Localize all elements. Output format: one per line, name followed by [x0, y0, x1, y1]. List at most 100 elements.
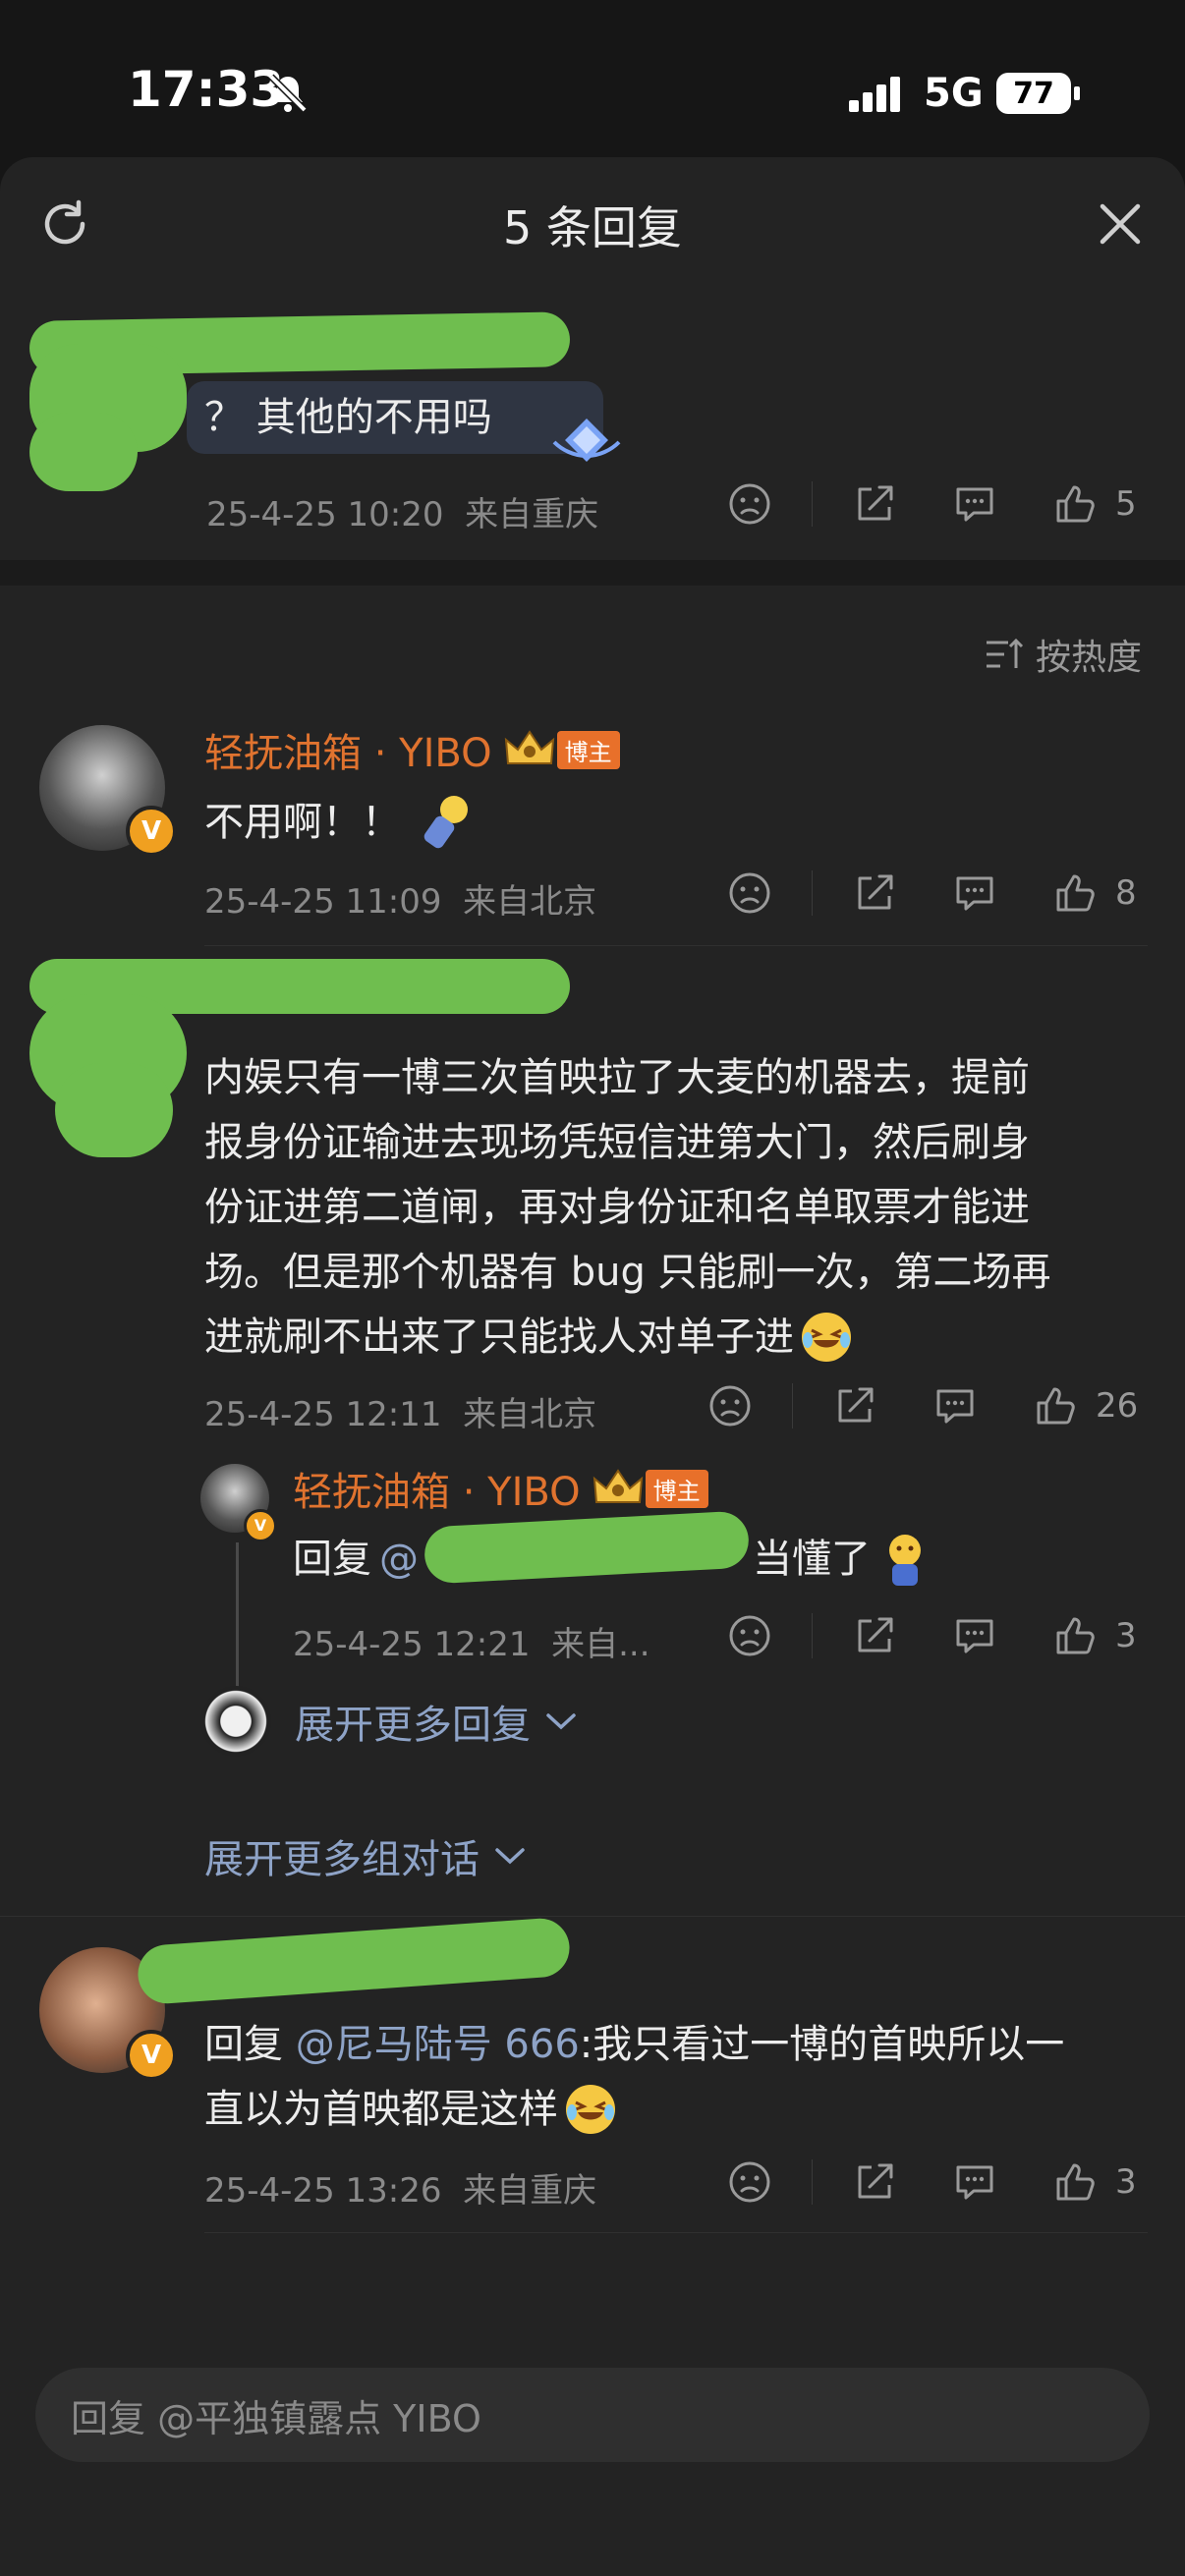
verified-icon: V	[244, 1509, 277, 1542]
comment-item: V 轻抚油箱 · YIBO 博主 不用啊！！ 25-4-25 11:09 来自北…	[0, 707, 1185, 933]
reply-meta: 25-4-25 12:21 来自...	[293, 1617, 650, 1665]
comment-location: 来自重庆	[463, 2171, 597, 2211]
reply-prefix: 回复	[204, 2022, 283, 2067]
share-icon[interactable]	[832, 1383, 877, 1428]
action-divider	[812, 1613, 813, 1658]
comment-icon[interactable]	[952, 1613, 997, 1658]
laugh-cry-emoji-icon	[566, 2085, 615, 2134]
username[interactable]: 轻抚油箱 · YIBO	[293, 1460, 581, 1517]
comment-text-line: 进就刷不出来了只能找人对单子进	[204, 1315, 794, 1360]
comment-text-line: 直以为首映都是这样	[204, 2087, 558, 2132]
main-comment-text: ？ 其他的不用吗	[204, 395, 492, 440]
action-divider	[812, 481, 813, 527]
dislike-face-icon[interactable]	[727, 870, 772, 916]
divider	[0, 1916, 1185, 1917]
expand-groups-label: 展开更多组对话	[204, 1837, 480, 1882]
dislike-face-icon[interactable]	[727, 1613, 772, 1658]
network-label: 5G	[924, 71, 984, 116]
comment-icon[interactable]	[952, 2159, 997, 2205]
comment-text: 不用啊！！	[204, 790, 476, 855]
blogger-badge: 博主	[556, 730, 620, 769]
laugh-cry-emoji-icon	[802, 1313, 851, 1362]
mention-link[interactable]: @	[379, 1527, 419, 1592]
avatar	[200, 1686, 271, 1757]
comment-meta: 25-4-25 11:09 来自北京	[204, 874, 596, 923]
comment-date: 25-4-25 10:20	[206, 495, 444, 534]
sort-button[interactable]: 按热度	[983, 629, 1142, 680]
comment-icon[interactable]	[952, 870, 997, 916]
divider	[204, 2232, 1148, 2233]
sort-icon	[987, 638, 1024, 668]
comment-text: 内娱只有一博三次首映拉了大麦的机器去，提前 报身份证输进去现场凭短信进第大门，然…	[204, 1045, 1051, 1370]
crown-icon	[504, 730, 554, 764]
emoji-icon	[889, 1535, 921, 1586]
comment-icon[interactable]	[932, 1383, 978, 1428]
main-comment: ？ 其他的不用吗 25-4-25 10:20 来自重庆 5	[0, 295, 1185, 560]
reply-actions: 3	[727, 1613, 1137, 1658]
comment-text-line: :我只看过一博的首映所以一	[579, 2022, 1065, 2067]
expand-groups-button[interactable]: 展开更多组对话	[204, 1827, 527, 1884]
dislike-face-icon[interactable]	[707, 1383, 753, 1428]
comment-text-line: 份证进第二道闸，再对身份证和名单取票才能进	[204, 1185, 1030, 1230]
comment-location: 来自北京	[463, 882, 597, 922]
reply-prefix: 回复	[293, 1537, 371, 1582]
comment-date: 25-4-25 11:09	[204, 882, 442, 922]
share-icon[interactable]	[852, 1613, 897, 1658]
comment-icon[interactable]	[952, 481, 997, 527]
sheet-title: 5 条回复	[503, 201, 682, 254]
crown-icon	[592, 1469, 643, 1503]
like-icon[interactable]	[1052, 481, 1098, 527]
sheet-header: 5 条回复	[0, 157, 1185, 287]
username[interactable]: 轻抚油箱 · YIBO	[204, 721, 492, 778]
like-icon[interactable]	[1033, 1383, 1078, 1428]
share-icon[interactable]	[852, 2159, 897, 2205]
action-divider	[812, 2159, 813, 2205]
signal-icon	[849, 77, 900, 112]
comment-item: V 回复 @尼马陆号 666:我只看过一博的首映所以一 直以为首映都是这样 25…	[0, 1916, 1185, 2211]
action-divider	[792, 1383, 793, 1428]
dislike-face-icon[interactable]	[727, 2159, 772, 2205]
comment-actions: 8	[727, 870, 1137, 916]
close-icon[interactable]	[1097, 200, 1144, 248]
comment-text-line: 场。但是那个机器有 bug 只能刷一次，第二场再	[204, 1250, 1051, 1295]
verified-icon: V	[126, 2030, 177, 2081]
comment-actions: 26	[707, 1383, 1138, 1428]
like-icon[interactable]	[1052, 2159, 1098, 2205]
status-time: 17:33	[128, 61, 285, 118]
status-bar: 17:33 5G 77	[0, 0, 1185, 157]
battery-tip	[1074, 86, 1080, 100]
comment-location: 来自重庆	[465, 495, 599, 534]
main-comment-meta: 25-4-25 10:20 来自重庆	[206, 487, 598, 535]
like-count: 26	[1096, 1386, 1139, 1426]
mention-link[interactable]: @尼马陆号 666	[296, 2022, 580, 2067]
like-icon[interactable]	[1052, 1613, 1098, 1658]
reply-text-end: 当懂了	[753, 1537, 871, 1582]
diamond-badge-icon	[552, 419, 621, 462]
comment-actions: 3	[727, 2159, 1137, 2205]
expand-replies-button[interactable]: 展开更多回复	[200, 1686, 578, 1757]
like-count: 3	[1115, 2162, 1137, 2202]
like-count: 8	[1115, 873, 1137, 913]
divider	[204, 945, 1148, 946]
comment-location: 来自北京	[463, 1395, 597, 1434]
comment-header: 轻抚油箱 · YIBO 博主	[204, 721, 620, 778]
like-count: 3	[1115, 1616, 1137, 1655]
comment-date: 25-4-25 12:11	[204, 1395, 442, 1434]
reply-header: 轻抚油箱 · YIBO 博主	[293, 1460, 708, 1517]
like-icon[interactable]	[1052, 870, 1098, 916]
share-icon[interactable]	[852, 481, 897, 527]
like-count: 5	[1115, 484, 1137, 524]
comment-meta: 25-4-25 12:11 来自北京	[204, 1387, 596, 1435]
sort-label: 按热度	[1036, 638, 1143, 678]
share-icon[interactable]	[852, 870, 897, 916]
redaction-scribble	[29, 413, 138, 491]
verified-icon: V	[126, 806, 177, 857]
redaction-scribble	[55, 1063, 173, 1157]
comment-text-line: 报身份证输进去现场凭短信进第大门，然后刷身	[204, 1120, 1030, 1165]
section-separator	[0, 560, 1185, 586]
dislike-face-icon[interactable]	[727, 481, 772, 527]
blogger-badge: 博主	[645, 1469, 708, 1508]
battery-level: 77	[1013, 76, 1054, 111]
reply-input[interactable]: 回复 @平独镇露点 YIBO	[35, 2368, 1150, 2462]
comment-text: 回复 @尼马陆号 666:我只看过一博的首映所以一 直以为首映都是这样	[204, 2012, 1064, 2142]
